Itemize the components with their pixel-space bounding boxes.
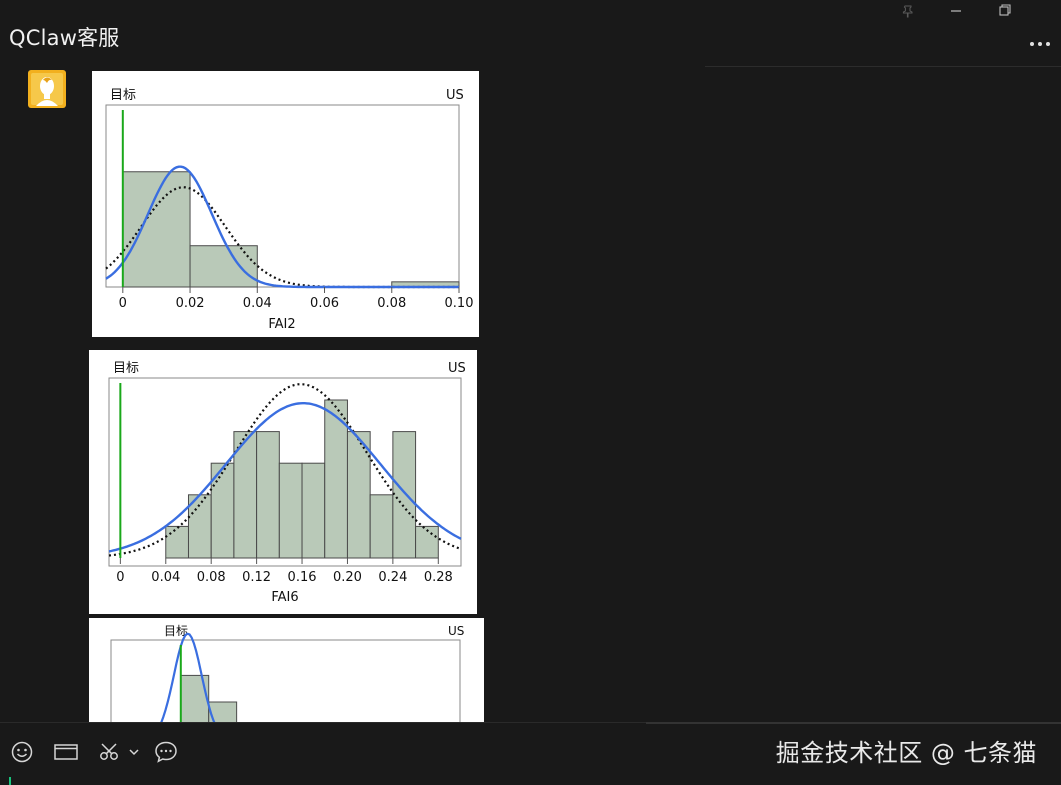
screenshot-button[interactable] — [96, 738, 124, 766]
x-tick-label-1: 0.02 — [176, 296, 205, 311]
x-axis-ticks: 0 0.02 0.04 0.06 0.08 0.10 — [119, 287, 474, 311]
emoji-icon — [11, 741, 33, 763]
user-avatar-icon — [28, 70, 66, 108]
chart-image-fai6[interactable]: 目标 US 0 0.04 0.08 0.12 0.16 0.20 0.24 0.28 FAI6 — [89, 350, 477, 614]
histogram-chart-fai6: 目标 US 0 0.04 0.08 0.12 0.16 0.20 0.24 0.28 FAI6 — [108, 361, 466, 605]
usl-label: US — [446, 88, 464, 103]
x-tick-label-3: 0.12 — [242, 570, 271, 585]
histogram-bar-1 — [189, 245, 258, 288]
x-tick-label-5: 0.10 — [445, 296, 474, 311]
title-bar: QClaw客服 — [0, 0, 1061, 66]
screen-window-icon — [54, 744, 78, 760]
histogram-bar-5 — [278, 462, 303, 559]
more-options-button[interactable] — [1027, 34, 1053, 54]
chat-history-button[interactable] — [152, 738, 180, 766]
ellipsis-icon — [1030, 42, 1050, 46]
x-tick-label-2: 0.08 — [197, 570, 226, 585]
sender-avatar[interactable] — [28, 70, 66, 108]
header-divider — [705, 66, 1061, 67]
target-label: 目标 — [110, 88, 136, 103]
x-tick-label-4: 0.08 — [377, 296, 406, 311]
histogram-bar-9 — [369, 494, 394, 559]
input-divider-right — [646, 722, 1061, 724]
pin-icon[interactable] — [895, 2, 921, 18]
emoji-button[interactable] — [8, 738, 36, 766]
x-tick-label-7: 0.28 — [424, 570, 453, 585]
histogram-bar-8 — [346, 431, 371, 559]
chart-image-fai2[interactable]: 目标 US 0 0.02 0.04 0.06 0.08 0.10 FAI2 — [92, 71, 479, 337]
histogram-bar-6 — [301, 462, 326, 559]
chevron-down-icon — [129, 749, 139, 756]
histogram-bar-4 — [256, 431, 280, 559]
scissors-icon — [100, 743, 118, 760]
window-title: QClaw客服 — [9, 26, 120, 50]
x-tick-label-5: 0.20 — [333, 570, 362, 585]
histogram-bar-0 — [165, 525, 189, 559]
x-tick-label-0: 0 — [116, 570, 124, 585]
x-tick-label-6: 0.24 — [378, 570, 407, 585]
usl-label: US — [448, 624, 464, 638]
target-label: 目标 — [113, 361, 139, 376]
x-axis-label: FAI2 — [268, 317, 295, 332]
screenshot-options-dropdown[interactable] — [124, 738, 144, 766]
histogram-bar-10 — [392, 431, 417, 559]
restore-icon[interactable] — [991, 2, 1017, 18]
usl-label: US — [448, 361, 466, 376]
x-tick-label-1: 0.04 — [151, 570, 180, 585]
plot-frame — [110, 639, 461, 722]
histogram-bar-1 — [180, 674, 210, 722]
x-tick-label-3: 0.06 — [310, 296, 339, 311]
x-axis-label: FAI6 — [271, 590, 298, 605]
chart-image-partial[interactable]: 目标 US — [89, 618, 484, 722]
histogram-chart-partial: 目标 US — [110, 624, 464, 722]
histogram-bar-0 — [122, 171, 191, 288]
watermark-text: 掘金技术社区 @ 七条猫 — [775, 739, 1037, 767]
screen-window-button[interactable] — [52, 738, 80, 766]
text-cursor — [9, 777, 11, 785]
chat-bubble-icon — [155, 741, 177, 763]
minimize-icon[interactable] — [943, 2, 969, 18]
x-tick-label-4: 0.16 — [288, 570, 317, 585]
x-tick-label-2: 0.04 — [243, 296, 272, 311]
histogram-chart-fai2: 目标 US 0 0.02 0.04 0.06 0.08 0.10 FAI2 — [105, 88, 474, 332]
x-tick-label-0: 0 — [119, 296, 127, 311]
